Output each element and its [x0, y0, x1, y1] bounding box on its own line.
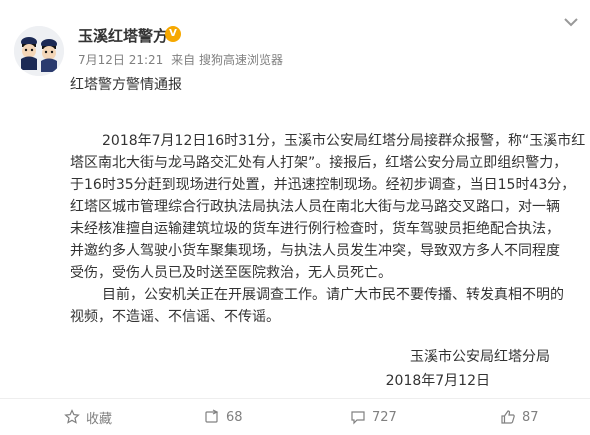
paragraph-line: 塔区南北大街与龙马路交汇处有人打架”。接报后，红塔公安分局立即组织警力， [70, 155, 568, 171]
post-content: 红塔警方警情通报 2018年7月12日16时31分，玉溪市公安局红塔分局接群众报… [70, 66, 586, 328]
repost-icon [205, 409, 219, 423]
police-cartoon-avatar-icon [14, 26, 64, 76]
paragraph-line: 于16时35分赶到现场进行处置，并迅速控制现场。经初步调查，当日15时43分， [70, 177, 576, 193]
comment-count: 727 [372, 409, 397, 425]
paragraph-2: 目前，公安机关正在开展调查工作。请广大市民不要传播、转发真相不明的 视频，不造谣… [70, 284, 582, 328]
thumbs-up-icon [501, 410, 515, 424]
comment-icon [351, 411, 365, 425]
signature-date: 2018年7月12日 [385, 373, 490, 389]
verified-badge-icon: V [165, 26, 181, 42]
favorite-label: 收藏 [86, 411, 113, 427]
paragraph-line: 受伤，受伤人员已及时送至医院救治，无人员死亡。 [70, 265, 392, 281]
star-icon [64, 409, 80, 424]
like-button[interactable]: 87 [500, 399, 539, 435]
paragraph-line: 视频，不造谣、不信谣、不传谣。 [70, 309, 280, 325]
paragraph-line: 目前，公安机关正在开展调查工作。请广大市民不要传播、转发真相不明的 [102, 287, 564, 303]
paragraph-line: 红塔区城市管理综合行政执法局执法人员在南北大街与龙马路交叉路口，对一辆 [70, 199, 560, 215]
paragraph-1: 2018年7月12日16时31分，玉溪市公安局红塔分局接群众报警，称“玉溪市红 … [70, 130, 586, 284]
avatar[interactable] [14, 26, 64, 76]
repost-count: 68 [226, 409, 243, 425]
signature-organization: 玉溪市公安局红塔分局 [410, 349, 550, 365]
paragraph-line: 并邀约多人驾驶小货车聚集现场，与执法人员发生冲突，导致双方多人不同程度 [70, 243, 560, 259]
repost-button[interactable]: 68 [204, 399, 243, 435]
post-source[interactable]: 来自 搜狗高速浏览器 [171, 53, 283, 67]
post-headline: 红塔警方警情通报 [70, 77, 182, 93]
favorite-button[interactable]: 收藏 [64, 399, 112, 435]
post-time[interactable]: 7月12日 21:21 [78, 53, 163, 67]
action-bar: 收藏 68 727 87 [0, 398, 590, 435]
paragraph-line: 未经核准擅自运输建筑垃圾的货车进行例行检查时，货车驾驶员拒绝配合执法， [70, 221, 560, 237]
comment-button[interactable]: 727 [350, 399, 397, 435]
like-count: 87 [522, 409, 539, 425]
post-header: 玉溪红塔警方 V 7月12日 21:21 来自 搜狗高速浏览器 [0, 0, 590, 76]
paragraph-line: 2018年7月12日16时31分，玉溪市公安局红塔分局接群众报警，称“玉溪市红 [102, 133, 586, 149]
author-name[interactable]: 玉溪红塔警方 [78, 25, 168, 46]
chevron-down-icon[interactable] [562, 14, 580, 28]
